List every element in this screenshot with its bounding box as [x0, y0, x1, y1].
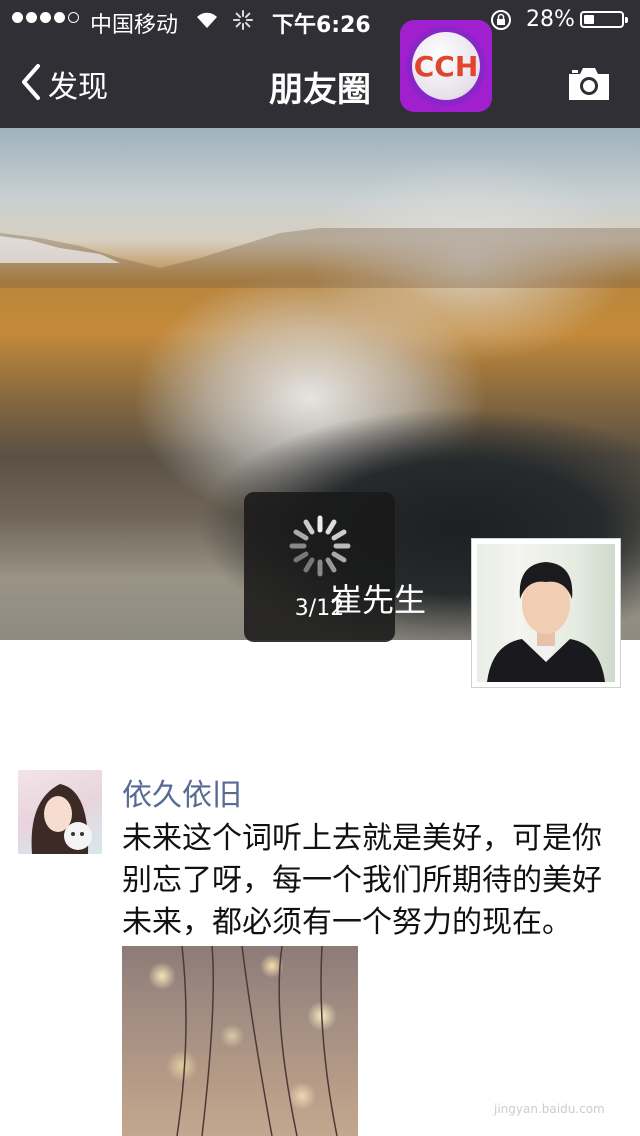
- owner-avatar[interactable]: [471, 538, 621, 688]
- cch-logo-badge: CCH: [400, 20, 492, 112]
- battery-percent: 28%: [526, 7, 575, 32]
- clock-time: 下午6:26: [272, 13, 371, 38]
- activity-spinner-icon: [232, 9, 254, 37]
- post-author-name[interactable]: 依久依旧: [122, 770, 242, 814]
- battery-icon: [580, 11, 628, 28]
- signal-strength-icon: [12, 12, 79, 23]
- page-title: 朋友圈: [269, 70, 371, 110]
- post-image[interactable]: [122, 946, 358, 1136]
- camera-icon[interactable]: [566, 66, 612, 106]
- post-text: 未来这个词听上去就是美好，可是你别忘了呀，每一个我们所期待的美好未来，都必须有一…: [122, 821, 602, 940]
- profile-photo: [487, 562, 605, 682]
- rotation-lock-icon: [490, 9, 512, 37]
- loading-spinner-icon: [288, 514, 352, 582]
- carrier-name: 中国移动: [90, 13, 179, 38]
- landscape-mountains: [0, 228, 640, 288]
- baidu-watermark: Baidu经验: [494, 1076, 601, 1101]
- post-author-avatar[interactable]: [18, 770, 102, 854]
- navigation-bar: 发现 朋友圈 CCH: [0, 20, 640, 128]
- wifi-icon: [195, 10, 219, 36]
- cch-logo-label: CCH: [413, 49, 479, 83]
- branches-bokeh-photo: [176, 946, 338, 1136]
- owner-name: 崔先生: [330, 581, 427, 619]
- status-bar: 中国移动 下午6:26 28%: [0, 0, 640, 40]
- baidu-watermark-url: jingyan.baidu.com: [494, 1102, 605, 1116]
- author-photo: [31, 784, 92, 854]
